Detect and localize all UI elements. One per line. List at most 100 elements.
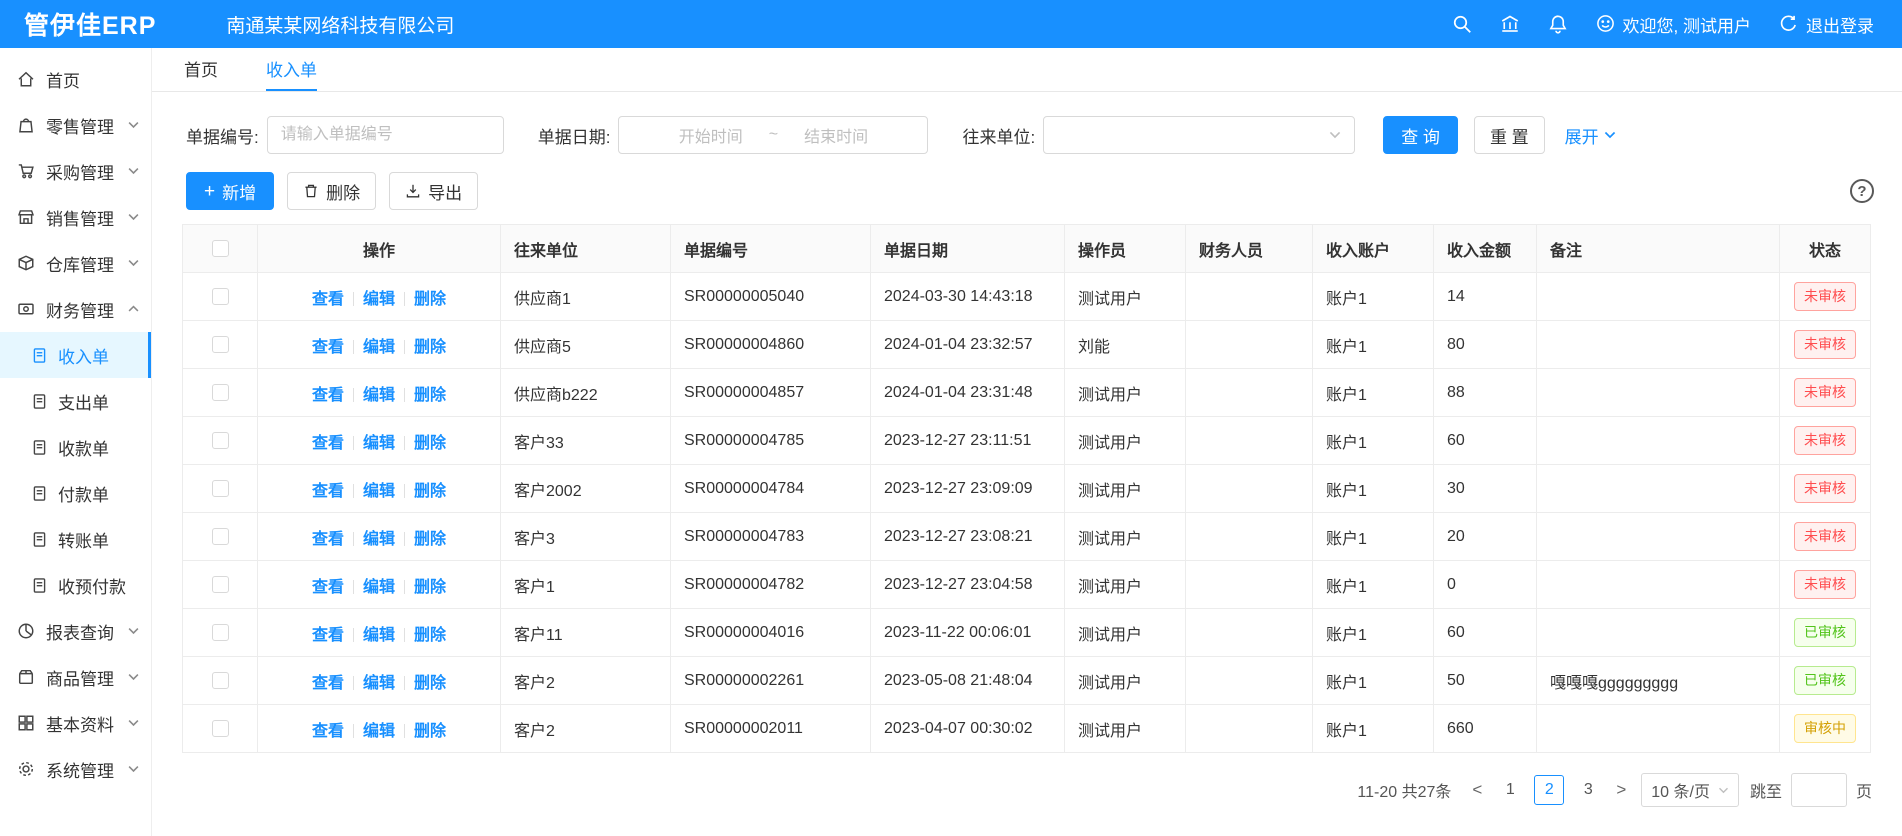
logout-icon — [1779, 14, 1799, 34]
row-action-delete[interactable]: 删除 — [414, 531, 446, 548]
sidebar-item-purchase[interactable]: 采购管理 — [0, 148, 151, 194]
row-checkbox[interactable] — [212, 288, 229, 305]
row-action-delete[interactable]: 删除 — [414, 291, 446, 308]
row-action-edit[interactable]: 编辑 — [363, 435, 395, 452]
sidebar-item-reports[interactable]: 报表查询 — [0, 608, 151, 654]
row-action-view[interactable]: 查看 — [312, 675, 344, 692]
row-checkbox[interactable] — [212, 336, 229, 353]
row-checkbox[interactable] — [212, 432, 229, 449]
expand-filters-link[interactable]: 展开 — [1565, 123, 1616, 148]
export-button-label: 导出 — [428, 179, 462, 204]
row-action-edit[interactable]: 编辑 — [363, 579, 395, 596]
cell-remark — [1537, 609, 1780, 657]
row-action-view[interactable]: 查看 — [312, 627, 344, 644]
cell-amount: 60 — [1434, 609, 1537, 657]
submenu-item-income-bill[interactable]: 收入单 — [0, 332, 151, 378]
partner-select[interactable] — [1043, 116, 1355, 154]
submenu-item-advance-receipt[interactable]: 收预付款 — [0, 562, 151, 608]
action-separator — [404, 676, 405, 690]
row-action-edit[interactable]: 编辑 — [363, 675, 395, 692]
row-action-edit[interactable]: 编辑 — [363, 483, 395, 500]
select-all-checkbox[interactable] — [212, 240, 229, 257]
page-size-select[interactable]: 10 条/页 — [1641, 773, 1739, 807]
tab-income-bill[interactable]: 收入单 — [266, 48, 317, 91]
logout-button[interactable]: 退出登录 — [1779, 12, 1874, 37]
tab-home[interactable]: 首页 — [184, 48, 218, 91]
row-checkbox[interactable] — [212, 624, 229, 641]
export-button[interactable]: 导出 — [389, 172, 478, 210]
row-action-edit[interactable]: 编辑 — [363, 387, 395, 404]
row-action-view[interactable]: 查看 — [312, 723, 344, 740]
row-action-edit[interactable]: 编辑 — [363, 531, 395, 548]
status-badge: 未审核 — [1794, 474, 1856, 502]
submenu-item-transfer-bill[interactable]: 转账单 — [0, 516, 151, 562]
row-checkbox[interactable] — [212, 672, 229, 689]
row-action-view[interactable]: 查看 — [312, 387, 344, 404]
bank-icon[interactable] — [1500, 14, 1520, 34]
table-row: 查看编辑删除 供应商b222 SR00000004857 2024-01-04 … — [183, 369, 1871, 417]
user-welcome[interactable]: 欢迎您, 测试用户 — [1596, 12, 1751, 37]
jump-page-input[interactable] — [1791, 773, 1847, 807]
cell-remark — [1537, 465, 1780, 513]
sidebar-item-home[interactable]: 首页 — [0, 56, 151, 102]
reset-button[interactable]: 重 置 — [1474, 116, 1545, 154]
sidebar-item-system[interactable]: 系统管理 — [0, 746, 151, 792]
row-action-view[interactable]: 查看 — [312, 483, 344, 500]
row-action-edit[interactable]: 编辑 — [363, 627, 395, 644]
row-action-delete[interactable]: 删除 — [414, 387, 446, 404]
prev-page-button[interactable]: < — [1468, 780, 1486, 800]
chevron-down-icon — [128, 673, 139, 681]
sidebar-item-finance[interactable]: 财务管理 — [0, 286, 151, 332]
sidebar-item-basic-data[interactable]: 基本资料 — [0, 700, 151, 746]
row-action-view[interactable]: 查看 — [312, 339, 344, 356]
bell-icon[interactable] — [1548, 14, 1568, 34]
add-button[interactable]: + 新增 — [186, 172, 274, 210]
page-button-2-current[interactable]: 2 — [1534, 775, 1564, 805]
search-icon[interactable] — [1452, 14, 1472, 34]
submenu-item-expense-bill[interactable]: 支出单 — [0, 378, 151, 424]
cell-finance-person — [1186, 417, 1313, 465]
date-range-picker[interactable]: 开始时间 ~ 结束时间 — [618, 116, 928, 154]
row-action-edit[interactable]: 编辑 — [363, 723, 395, 740]
row-action-edit[interactable]: 编辑 — [363, 339, 395, 356]
sidebar-item-label: 零售管理 — [46, 113, 114, 138]
sidebar-item-warehouse[interactable]: 仓库管理 — [0, 240, 151, 286]
row-checkbox[interactable] — [212, 720, 229, 737]
chevron-down-icon — [128, 627, 139, 635]
row-checkbox[interactable] — [212, 576, 229, 593]
action-separator — [353, 340, 354, 354]
help-icon[interactable]: ? — [1850, 179, 1874, 203]
row-action-view[interactable]: 查看 — [312, 579, 344, 596]
row-action-delete[interactable]: 删除 — [414, 675, 446, 692]
sidebar-item-label: 商品管理 — [46, 665, 114, 690]
submenu-item-payment-bill[interactable]: 付款单 — [0, 470, 151, 516]
row-action-delete[interactable]: 删除 — [414, 483, 446, 500]
row-action-view[interactable]: 查看 — [312, 435, 344, 452]
row-action-delete[interactable]: 删除 — [414, 435, 446, 452]
submenu-item-receipt-bill[interactable]: 收款单 — [0, 424, 151, 470]
search-button[interactable]: 查 询 — [1383, 116, 1458, 154]
goods-icon — [17, 668, 35, 686]
page-button-3[interactable]: 3 — [1575, 781, 1601, 799]
row-action-view[interactable]: 查看 — [312, 531, 344, 548]
action-separator — [353, 292, 354, 306]
table-row: 查看编辑删除 客户3 SR00000004783 2023-12-27 23:0… — [183, 513, 1871, 561]
delete-button[interactable]: 删除 — [287, 172, 376, 210]
sidebar-item-retail[interactable]: 零售管理 — [0, 102, 151, 148]
row-checkbox[interactable] — [212, 480, 229, 497]
next-page-button[interactable]: > — [1612, 780, 1630, 800]
sidebar-item-sales[interactable]: 销售管理 — [0, 194, 151, 240]
row-action-delete[interactable]: 删除 — [414, 579, 446, 596]
cell-bill-date: 2024-01-04 23:31:48 — [871, 369, 1065, 417]
row-checkbox[interactable] — [212, 384, 229, 401]
row-action-delete[interactable]: 删除 — [414, 339, 446, 356]
sidebar-item-goods[interactable]: 商品管理 — [0, 654, 151, 700]
bill-no-input[interactable] — [267, 116, 504, 154]
row-action-edit[interactable]: 编辑 — [363, 291, 395, 308]
chevron-down-icon — [128, 765, 139, 773]
page-button-1[interactable]: 1 — [1497, 781, 1523, 799]
row-action-delete[interactable]: 删除 — [414, 723, 446, 740]
row-action-view[interactable]: 查看 — [312, 291, 344, 308]
row-action-delete[interactable]: 删除 — [414, 627, 446, 644]
row-checkbox[interactable] — [212, 528, 229, 545]
